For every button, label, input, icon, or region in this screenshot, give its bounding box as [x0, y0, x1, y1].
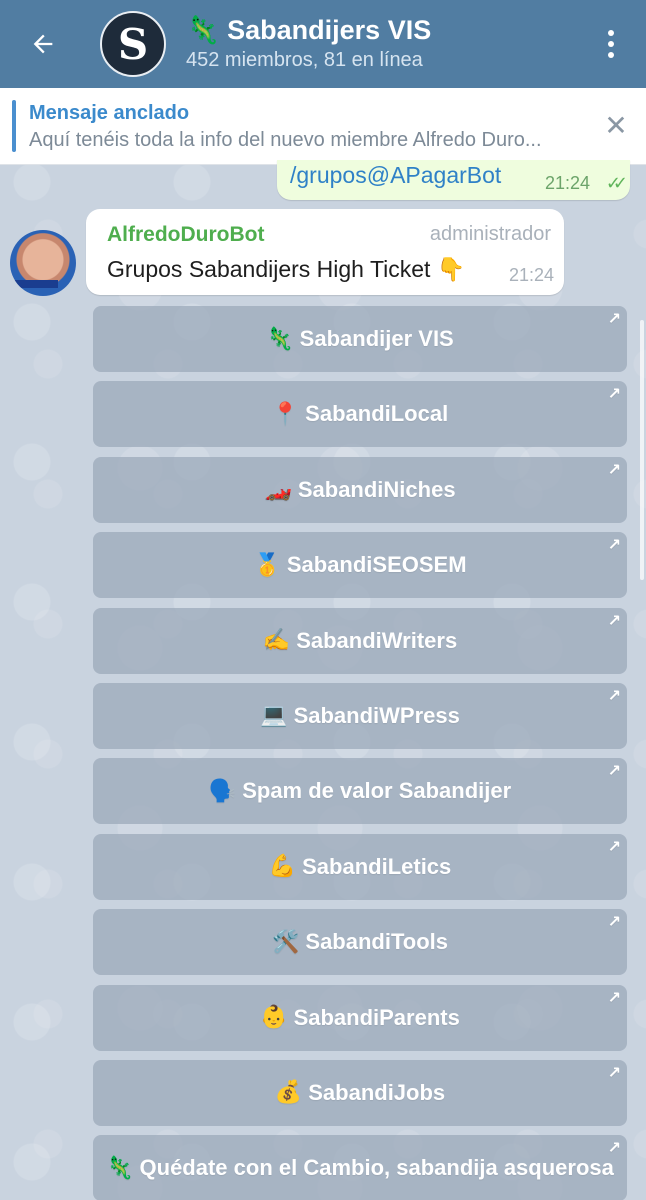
message-time: 21:24 — [508, 265, 554, 285]
inline-button[interactable]: 🗣️ Spam de valor Sabandijer ↗ — [93, 758, 627, 825]
inline-button[interactable]: 🛠️ SabandiTools ↗ — [93, 909, 627, 976]
inline-button[interactable]: 💰 SabandiJobs ↗ — [93, 1059, 627, 1126]
external-link-icon: ↗ — [607, 1140, 621, 1158]
inline-button[interactable]: 🏎️ SabandiNiches ↗ — [93, 456, 627, 523]
button-label: SabandiWPress — [293, 702, 460, 728]
button-label: Quédate con el Cambio, sabandija asquero… — [139, 1155, 614, 1181]
inline-button[interactable]: ✍️ SabandiWriters ↗ — [93, 607, 627, 674]
header-info[interactable]: 🦎 Sabandijers VIS 452 miembros, 81 en lí… — [186, 14, 576, 74]
external-link-icon: ↗ — [607, 838, 621, 856]
button-emoji-icon: 🦎 — [266, 326, 294, 352]
external-link-icon: ↗ — [607, 386, 621, 404]
inline-button[interactable]: 📍 SabandiLocal ↗ — [93, 381, 627, 448]
button-label: SabandiJobs — [308, 1079, 446, 1105]
sender-avatar[interactable] — [10, 230, 76, 296]
incoming-message[interactable]: AlfredoDuroBot administrador Grupos Saba… — [86, 209, 564, 295]
chat-header: S 🦎 Sabandijers VIS 452 miembros, 81 en … — [0, 0, 646, 88]
button-label: SabandiLocal — [305, 401, 449, 427]
read-checks-icon: ✓✓ — [605, 173, 628, 193]
close-icon[interactable]: ✕ — [602, 112, 630, 140]
member-count: 452 miembros, 81 en línea — [186, 49, 423, 71]
sender-name[interactable]: AlfredoDuroBot — [107, 223, 264, 247]
external-link-icon: ↗ — [607, 461, 621, 479]
sender-role: administrador — [429, 223, 551, 245]
pinned-accent-bar — [12, 100, 16, 152]
button-emoji-icon: 👶 — [260, 1005, 288, 1031]
message-time: 21:24 — [544, 173, 590, 193]
button-label: SabandiParents — [293, 1004, 460, 1030]
button-label: Spam de valor Sabandijer — [242, 778, 512, 804]
more-menu-icon[interactable] — [576, 0, 646, 88]
external-link-icon: ↗ — [607, 612, 621, 630]
pinned-text: Aquí tenéis toda la info del nuevo miemb… — [29, 129, 542, 151]
pinned-message[interactable]: Mensaje anclado Aquí tenéis toda la info… — [0, 88, 646, 165]
button-emoji-icon: 📍 — [271, 401, 300, 427]
scrollbar[interactable] — [640, 320, 644, 580]
inline-button[interactable]: 👶 SabandiParents ↗ — [93, 984, 627, 1051]
pinned-title: Mensaje anclado — [29, 102, 190, 124]
inline-button[interactable]: 💻 SabandiWPress ↗ — [93, 682, 627, 749]
external-link-icon: ↗ — [607, 763, 621, 781]
group-avatar[interactable]: S — [100, 11, 166, 77]
button-label: Sabandijer VIS — [299, 326, 454, 351]
button-emoji-icon: 💻 — [260, 703, 288, 729]
button-emoji-icon: 🏎️ — [264, 477, 292, 503]
button-emoji-icon: 💪 — [268, 854, 297, 880]
inline-button[interactable]: 💪 SabandiLetics ↗ — [93, 833, 627, 900]
button-emoji-icon: 🛠️ — [271, 929, 300, 955]
inline-button[interactable]: 🦎 Quédate con el Cambio, sabandija asquer… — [93, 1135, 627, 1200]
button-label: SabandiTools — [305, 929, 448, 955]
button-emoji-icon: 🦎 — [106, 1155, 134, 1181]
inline-button[interactable]: 🥇 SabandiSEOSEM ↗ — [93, 532, 627, 599]
external-link-icon: ↗ — [607, 687, 621, 705]
external-link-icon: ↗ — [607, 537, 621, 555]
back-arrow-icon[interactable] — [0, 0, 86, 88]
external-link-icon: ↗ — [607, 1064, 621, 1082]
inline-keyboard: 🦎 Sabandijer VIS ↗ 📍 SabandiLocal ↗ 🏎️ SabandiN… — [93, 306, 627, 1200]
outgoing-message[interactable]: /grupos@APagarBot 21:24 ✓✓ — [277, 160, 630, 200]
button-emoji-icon: ✍️ — [262, 628, 291, 654]
button-label: SabandiWriters — [296, 627, 458, 653]
inline-button[interactable]: 🦎 Sabandijer VIS ↗ — [93, 306, 627, 372]
lizard-icon: 🦎 — [186, 15, 220, 45]
external-link-icon: ↗ — [607, 989, 621, 1007]
external-link-icon: ↗ — [607, 914, 621, 932]
group-title-text: Sabandijers VIS — [227, 15, 432, 45]
button-emoji-icon: 🗣️ — [208, 778, 237, 804]
button-label: SabandiLetics — [302, 853, 452, 879]
group-title: 🦎 Sabandijers VIS — [186, 14, 576, 46]
external-link-icon: ↗ — [607, 311, 621, 328]
avatar-letter: S — [117, 19, 149, 69]
message-text: Grupos Sabandijers High Ticket 👇 — [107, 256, 466, 282]
button-emoji-icon: 🥇 — [253, 552, 281, 578]
button-emoji-icon: 💰 — [274, 1080, 303, 1106]
button-label: SabandiNiches — [297, 476, 456, 502]
button-label: SabandiSEOSEM — [286, 552, 467, 578]
command-link[interactable]: /grupos@APagarBot — [290, 162, 501, 189]
